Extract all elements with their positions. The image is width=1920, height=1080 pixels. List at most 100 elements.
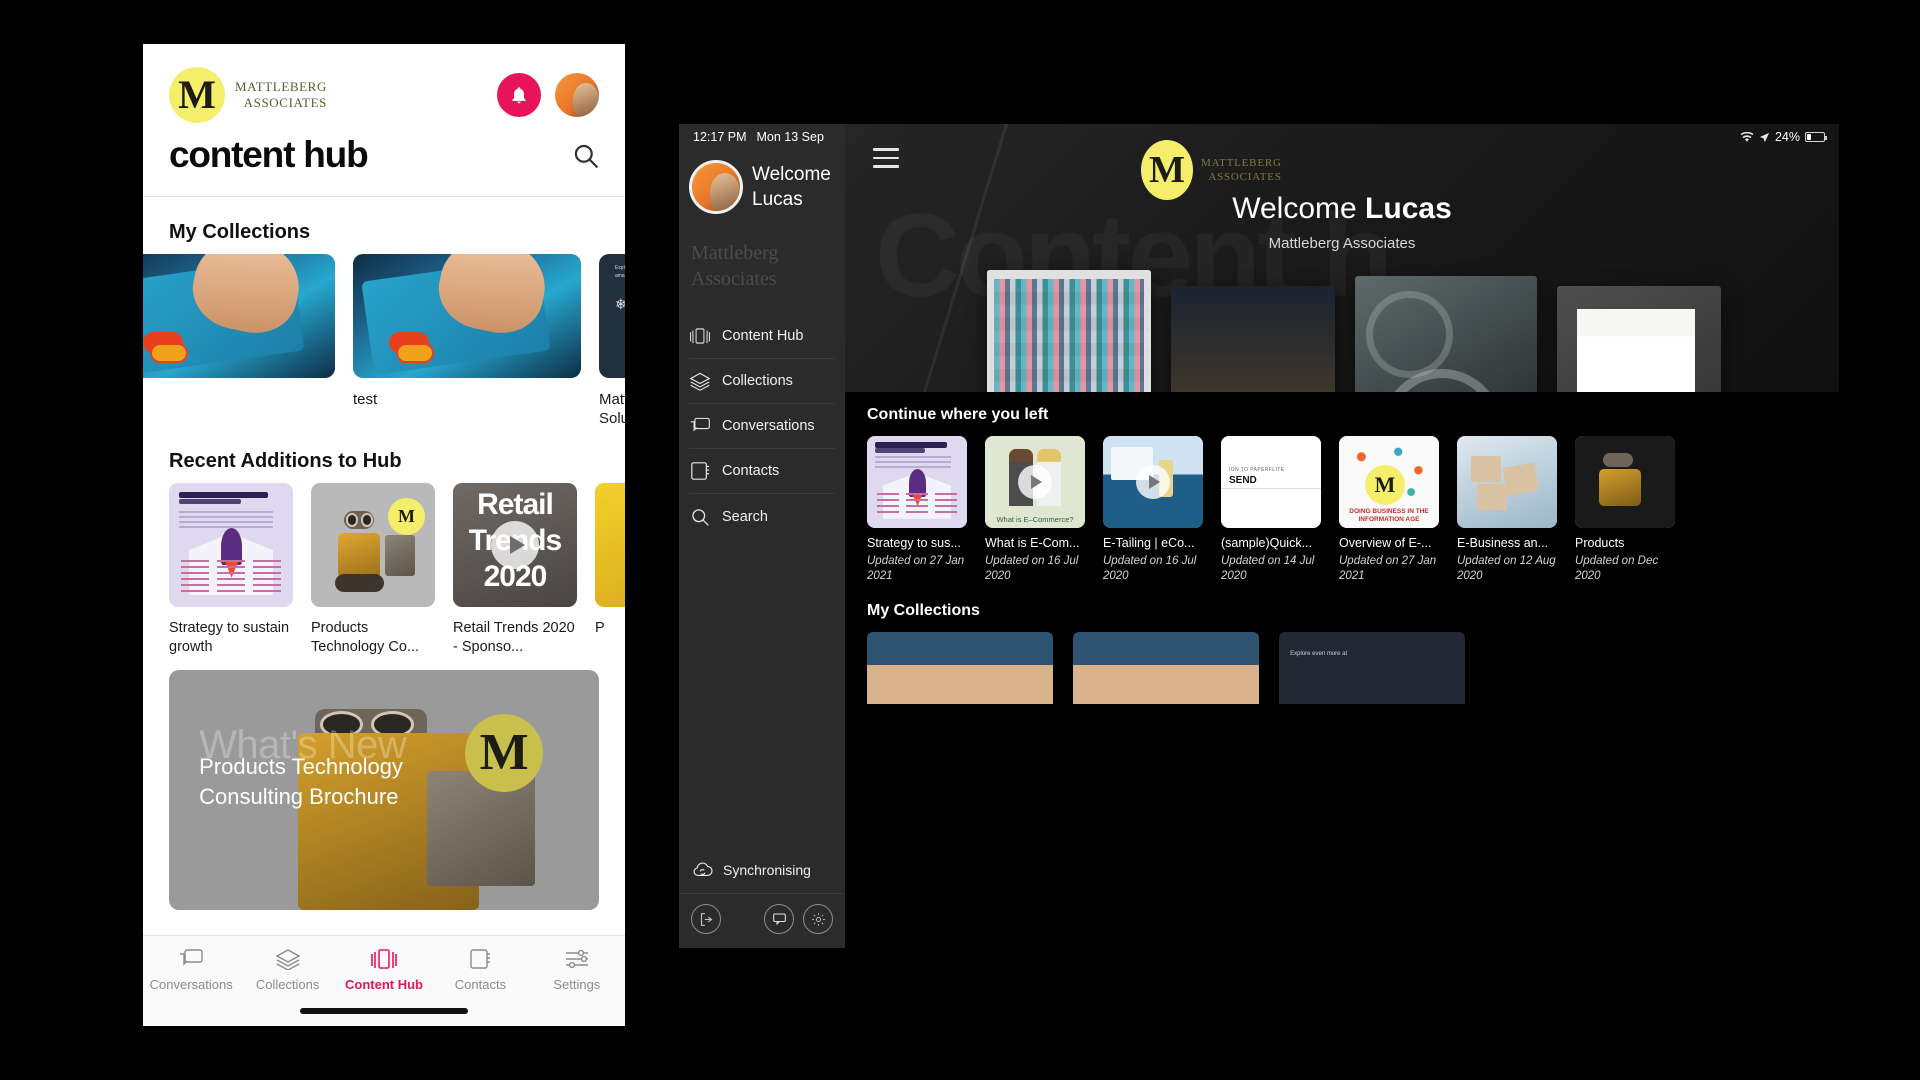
content-title: What is E-Com...	[985, 536, 1080, 550]
wall-e-artwork: M	[311, 483, 435, 608]
notification-bell-button[interactable]	[497, 73, 541, 117]
content-title: E-Tailing | eCo...	[1103, 536, 1195, 550]
collection-card[interactable]: test	[353, 254, 581, 428]
phone-header: M MATTLEBERG ASSOCIATES content hub	[143, 44, 625, 196]
content-card[interactable]: What is E–Commerce? What is E-Com... Upd…	[985, 436, 1085, 584]
settings-button[interactable]	[803, 904, 833, 934]
screenshot-root: M MATTLEBERG ASSOCIATES content hub My C…	[0, 0, 1920, 1080]
sidebar-item-content-hub[interactable]: Content Hub	[689, 314, 835, 359]
whats-new-banner[interactable]: M What's New Products Technology Consult…	[169, 670, 599, 911]
play-icon[interactable]	[1136, 465, 1170, 499]
collection-card[interactable]: Explore even more at	[1279, 632, 1465, 705]
collection-card[interactable]: Market & Analyst Re... Owner Lucas Mille…	[1557, 286, 1721, 392]
status-time: 12:17 PM	[693, 130, 747, 144]
sidebar-item-conversations[interactable]: Conversations	[689, 404, 835, 449]
collections-icon	[689, 372, 711, 391]
sidebar-item-search[interactable]: Search	[689, 494, 835, 539]
phone-title-row: content hub	[169, 128, 599, 196]
content-card[interactable]: M Products Technology Co...	[311, 483, 435, 656]
sidebar-user[interactable]: Welcome Lucas	[679, 160, 845, 214]
content-card[interactable]: E-Business an... Updated on 12 Aug 2020	[1457, 436, 1557, 584]
tab-conversations[interactable]: Conversations	[143, 948, 239, 992]
continue-row[interactable]: Strategy to sus... Updated on 27 Jan 202…	[867, 436, 1839, 584]
credit-card-artwork	[143, 254, 335, 378]
collections-icon	[275, 949, 301, 970]
play-icon[interactable]	[1018, 465, 1052, 499]
collection-card[interactable]: Design and Studio C... Owner Lucas Mille…	[987, 270, 1151, 392]
my-collections-row[interactable]: test Explore even more atamazon.com/holi…	[143, 254, 625, 428]
collection-card[interactable]: Industry Whitepapers Owner Lucas Miller …	[1171, 286, 1335, 392]
contacts-icon	[470, 949, 491, 969]
content-label: Retail Trends 2020 - Sponso...	[453, 620, 575, 655]
credit-card-artwork	[353, 254, 581, 378]
collection-card[interactable]	[867, 632, 1053, 705]
sidebar-item-collections[interactable]: Collections	[689, 359, 835, 404]
collection-card[interactable]: Explore even more atamazon.com/holidayto…	[599, 254, 625, 428]
play-icon[interactable]	[491, 521, 539, 570]
location-arrow-icon	[1759, 132, 1770, 142]
sidebar-nav: Content Hub Collections Conversations Co…	[679, 314, 845, 539]
tablet-device: 12:17 PM Mon 13 Sep 24% Welcome Lucas Ma…	[679, 124, 1839, 948]
wall-e-artwork	[1575, 436, 1675, 528]
content-card[interactable]: Strategy to sus... Updated on 27 Jan 202…	[867, 436, 967, 584]
content-thumbnail	[1457, 436, 1557, 528]
status-bar: 12:17 PM Mon 13 Sep 24%	[679, 124, 1839, 150]
content-updated: Updated on 14 Jul 2020	[1221, 555, 1315, 583]
content-thumbnail: What is E–Commerce?	[985, 436, 1085, 528]
hero-welcome: Welcome Lucas Mattleberg Associates	[845, 192, 1839, 252]
content-card[interactable]: E-Tailing | eCo... Updated on 16 Jul 202…	[1103, 436, 1203, 584]
content-card-peek[interactable]: P	[595, 483, 625, 656]
content-card[interactable]: ION TO PAPERFLITE SEND (sample)Quick... U…	[1221, 436, 1321, 584]
search-icon[interactable]	[572, 142, 599, 169]
tablet-main: Content h M MATTLEBERG ASSOCIATES Welcom…	[845, 124, 1839, 948]
collection-thumbnail	[353, 254, 581, 378]
content-thumbnail	[169, 483, 293, 608]
content-hub-icon	[690, 328, 710, 344]
avatar[interactable]	[689, 160, 743, 214]
content-thumbnail	[1575, 436, 1675, 528]
hamburger-menu-icon[interactable]	[873, 148, 899, 174]
tab-label: Content Hub	[345, 977, 423, 992]
collection-label: Mattleberg Associates - Solution Brief	[599, 391, 625, 428]
bell-icon	[512, 87, 526, 104]
welcome-line-1: Welcome	[752, 164, 831, 185]
swatch-artwork	[987, 270, 1151, 392]
content-card[interactable]: RetailTrends2020 Retail Trends 2020 - Sp…	[453, 483, 577, 656]
phone-content-scroll[interactable]: My Collections test Exp ama ❄ Mat Solu R…	[143, 197, 625, 935]
sync-status: Synchronising	[679, 861, 845, 893]
tab-settings[interactable]: Settings	[529, 948, 625, 992]
featured-collections-row[interactable]: Design and Studio C... Owner Lucas Mille…	[845, 270, 1839, 392]
collection-card-peek[interactable]	[143, 254, 335, 428]
recent-additions-heading: Recent Additions to Hub	[169, 450, 402, 473]
logout-button[interactable]	[691, 904, 721, 934]
sidebar-item-contacts[interactable]: Contacts	[689, 449, 835, 494]
collection-label: test	[353, 391, 378, 408]
avatar[interactable]	[555, 73, 599, 117]
content-card[interactable]: Strategy to sustain growth	[169, 483, 293, 656]
tab-content-hub[interactable]: Content Hub	[336, 948, 432, 992]
strategy-doc-artwork	[867, 436, 967, 528]
report-artwork	[1557, 286, 1721, 392]
collection-card[interactable]	[1073, 632, 1259, 705]
tab-contacts[interactable]: Contacts	[432, 948, 528, 992]
content-title: Strategy to sus...	[867, 536, 961, 550]
chat-button[interactable]	[764, 904, 794, 934]
recent-additions-row[interactable]: Strategy to sustain growth M Products Te…	[143, 483, 625, 656]
settings-icon	[565, 949, 588, 969]
content-card[interactable]: M DOING BUSINESS IN THE INFORMATION AGE O…	[1339, 436, 1439, 584]
brand-wordmark: MATTLEBERG ASSOCIATES	[1201, 156, 1282, 185]
content-card[interactable]: Products Updated on Dec 2020	[1575, 436, 1675, 584]
brand-logo: M MATTLEBERG ASSOCIATES	[169, 67, 327, 123]
collection-card[interactable]: Integration & Partners Owner Lucas Mille…	[1355, 276, 1537, 392]
sidebar-item-label: Collections	[722, 373, 793, 389]
gear-icon	[811, 912, 825, 926]
content-label: P	[595, 620, 605, 637]
content-updated: Updated on 16 Jul 2020	[985, 555, 1079, 583]
tab-collections[interactable]: Collections	[239, 948, 335, 992]
wifi-icon	[1740, 131, 1754, 142]
welcome-text: Welcome Lucas	[752, 160, 831, 212]
my-collections-row[interactable]: Explore even more at	[867, 632, 1839, 705]
kids-tv-artwork: Explore even more atamazon.com/holidayto…	[599, 254, 625, 378]
boxes-artwork	[1457, 436, 1557, 528]
